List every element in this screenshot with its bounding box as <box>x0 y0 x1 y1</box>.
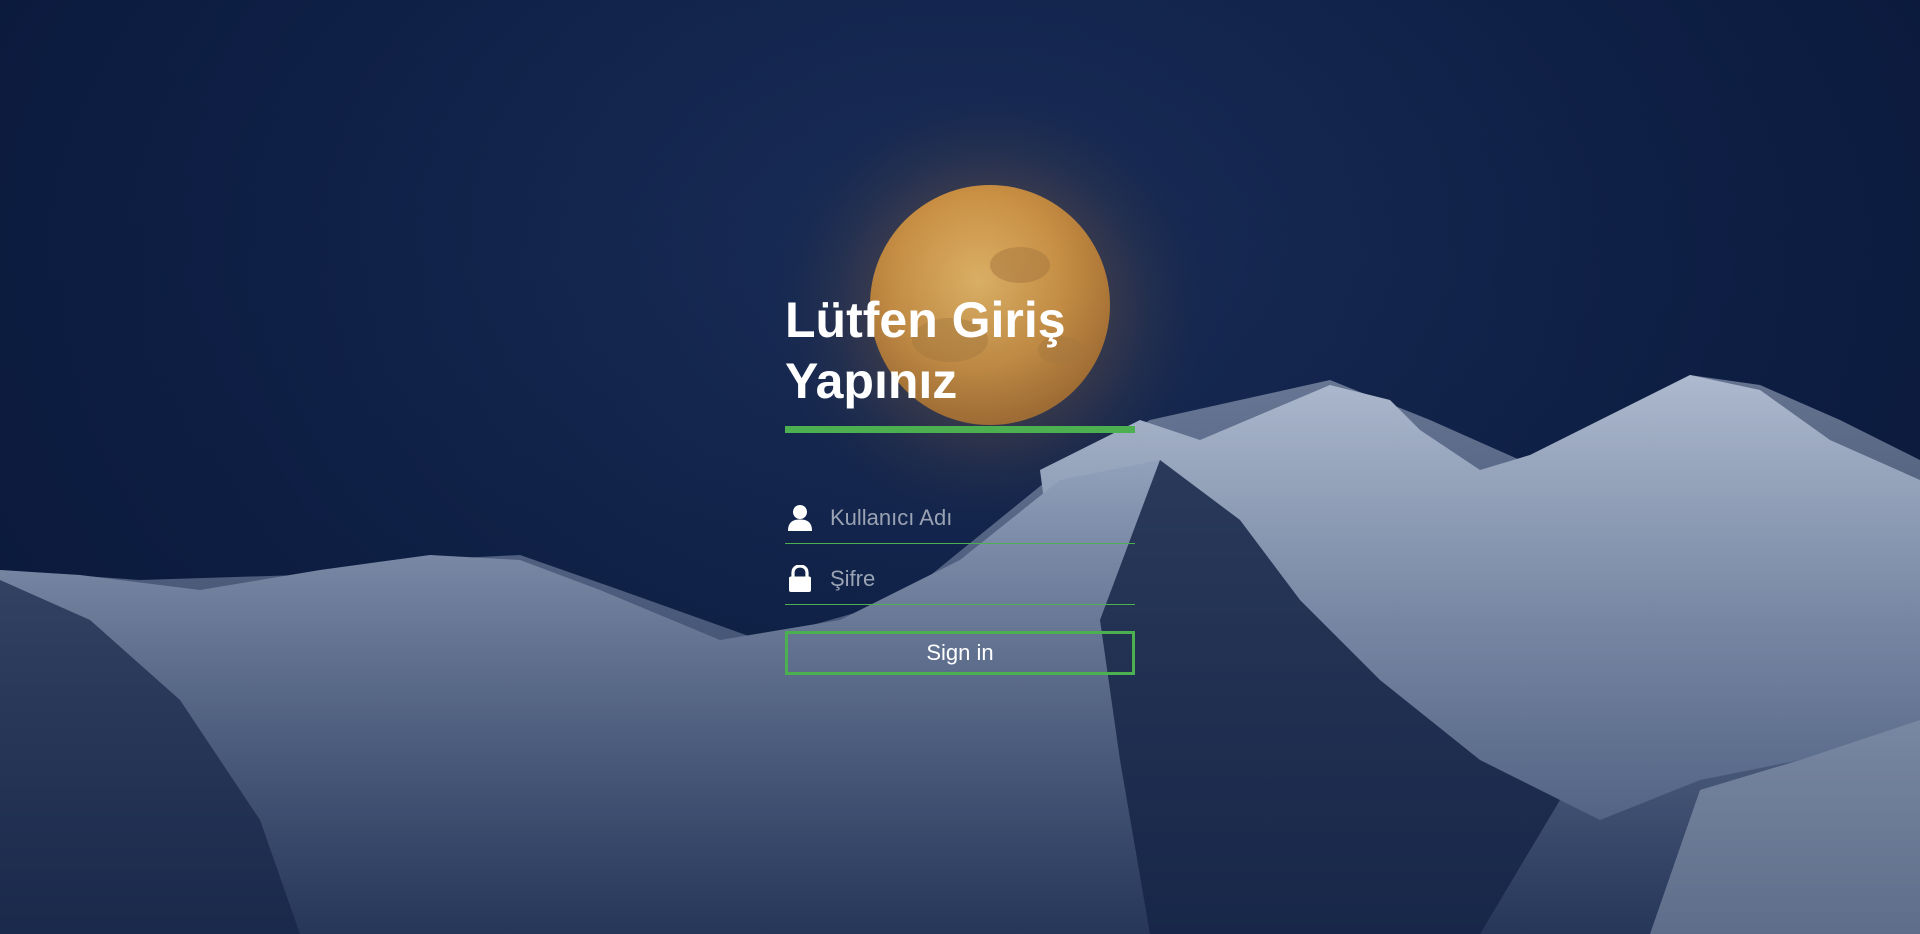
password-field <box>785 554 1135 605</box>
login-form: Lütfen Giriş Yapınız Sign in <box>785 290 1135 675</box>
title-underline <box>785 426 1135 433</box>
login-title: Lütfen Giriş Yapınız <box>785 292 1066 409</box>
sign-in-button[interactable]: Sign in <box>785 631 1135 675</box>
username-field <box>785 493 1135 544</box>
password-input[interactable] <box>818 559 1135 599</box>
lock-icon <box>788 564 818 594</box>
user-icon <box>788 503 818 533</box>
username-input[interactable] <box>818 498 1135 538</box>
